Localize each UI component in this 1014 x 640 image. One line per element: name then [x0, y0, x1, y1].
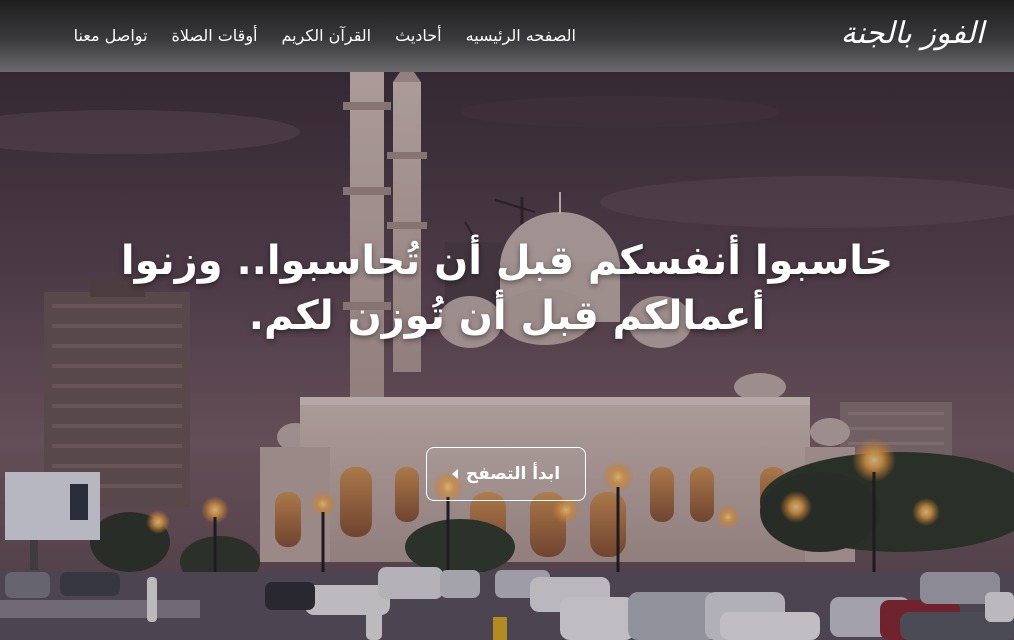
nav-item-home: الصفحه الرئيسيه: [466, 24, 576, 48]
nav-item-contact: تواصل معنا: [74, 24, 148, 48]
chevron-left-icon: [451, 469, 458, 479]
nav-link-quran[interactable]: القرآن الكريم: [282, 26, 372, 45]
nav-link-prayer-times[interactable]: أوقات الصلاة: [172, 26, 258, 45]
hero-headline: حَاسبوا أنفسكم قبل أن تُحاسبوا.. وزنوا أ…: [120, 238, 894, 339]
hero-overlay: [0, 72, 1014, 640]
nav-link-hadiths[interactable]: أحاديث: [395, 26, 442, 45]
start-browsing-label: ابدأ التصفح: [465, 464, 561, 484]
site-header: الفوز بالجنة الصفحه الرئيسيه أحاديث القر…: [0, 0, 1014, 72]
site-logo[interactable]: الفوز بالجنة: [841, 14, 984, 54]
hero-section: حَاسبوا أنفسكم قبل أن تُحاسبوا.. وزنوا أ…: [0, 72, 1014, 640]
nav-item-quran: القرآن الكريم: [282, 24, 372, 48]
nav-item-prayer-times: أوقات الصلاة: [172, 24, 258, 48]
start-browsing-button[interactable]: ابدأ التصفح: [426, 447, 586, 501]
nav-link-contact[interactable]: تواصل معنا: [74, 26, 148, 45]
page: الفوز بالجنة الصفحه الرئيسيه أحاديث القر…: [0, 0, 1014, 640]
nav-link-home[interactable]: الصفحه الرئيسيه: [466, 26, 576, 45]
nav-item-hadiths: أحاديث: [395, 24, 442, 48]
main-nav: الصفحه الرئيسيه أحاديث القرآن الكريم أوق…: [74, 24, 576, 48]
